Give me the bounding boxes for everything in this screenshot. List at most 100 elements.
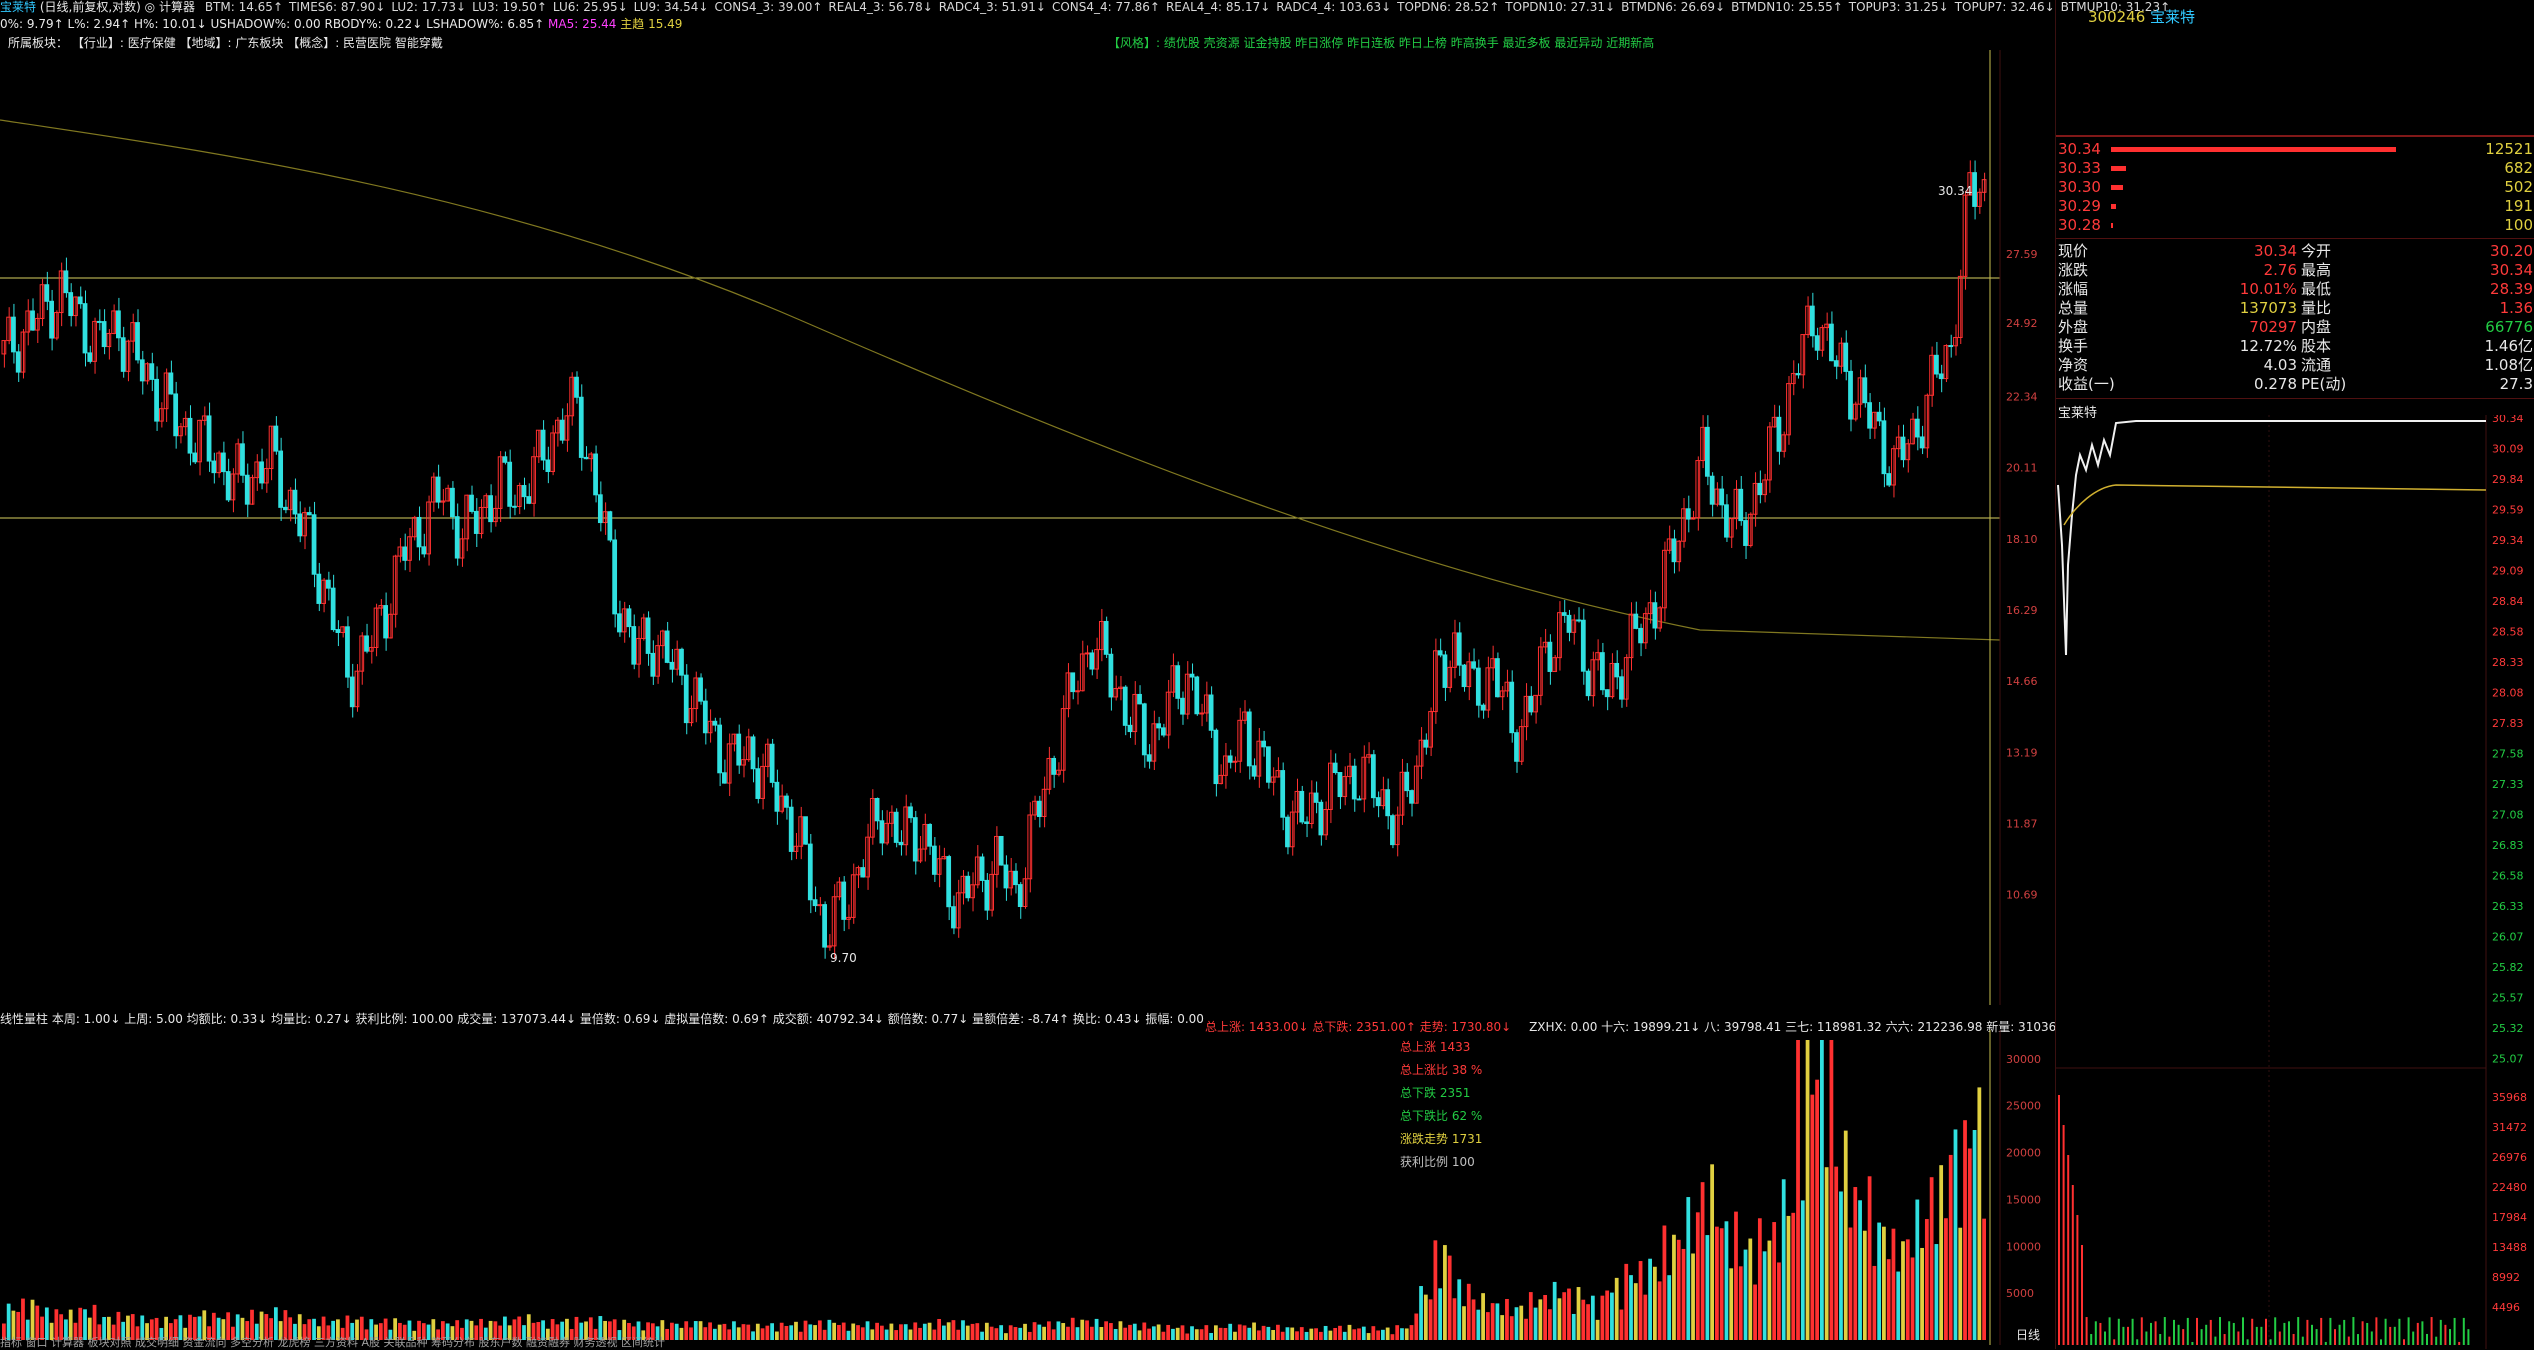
candle-body	[1413, 765, 1419, 804]
candle-body	[1700, 426, 1705, 462]
volume-chart[interactable]: 30000 25000 20000 15000 10000 5000	[0, 1030, 2050, 1345]
candle-body	[1127, 724, 1133, 733]
volume-bar	[1963, 1120, 1967, 1340]
volume-bar	[21, 1298, 25, 1340]
candle-body	[1351, 765, 1357, 800]
calculator-link[interactable]: ◎ 计算器	[145, 0, 195, 14]
volume-bar	[1438, 1288, 1443, 1340]
candles	[1, 160, 1987, 960]
volume-bar	[1901, 1241, 1905, 1340]
intraday-volume-bar	[2453, 1317, 2456, 1345]
volume-bar	[1648, 1258, 1652, 1340]
candle-body	[908, 806, 913, 819]
order-book-row[interactable]: 30.30 502	[2056, 178, 2534, 197]
volume-bar	[1657, 1281, 1662, 1340]
sector-label: 所属板块：	[8, 36, 69, 50]
volume-bar	[1748, 1238, 1753, 1340]
intraday-chart[interactable]: 30.34 30.09 29.84 29.59 29.34 29.09 28.84 28.58…	[2056, 415, 2534, 1349]
intraday-volume-bar	[2196, 1317, 2198, 1345]
volume-bar	[1495, 1303, 1500, 1340]
volume-bar	[1638, 1261, 1643, 1340]
bottom-tabs[interactable]: 指标 窗口 计算器 板块对照 成交明细 资金流向 多空分析 龙虎榜 三方资料 A…	[0, 1336, 2000, 1349]
price-tick: 27.59	[2006, 248, 2038, 261]
candle-body	[1242, 711, 1247, 721]
candle-body	[364, 635, 369, 652]
candle-body	[1547, 641, 1553, 672]
volume-bar	[1724, 1221, 1729, 1340]
candle-body	[1108, 653, 1114, 698]
intraday-volume-tick: 4496	[2492, 1301, 2520, 1314]
candle-body	[1652, 602, 1658, 629]
intraday-volume-bar	[2458, 1341, 2461, 1345]
intraday-volume-tick: 31472	[2492, 1121, 2527, 1134]
volume-tick: 30000	[2006, 1053, 2041, 1066]
candle-body	[1490, 658, 1496, 669]
order-book-row[interactable]: 30.33 682	[2056, 159, 2534, 178]
volume-bar	[1815, 1079, 1819, 1340]
stock-name[interactable]: 宝莱特	[0, 0, 36, 14]
candle-body	[1289, 811, 1295, 848]
candle-body	[936, 858, 942, 875]
order-book-row[interactable]: 30.28 100	[2056, 216, 2534, 235]
candle-body	[1075, 690, 1080, 693]
intraday-volume-bar	[2320, 1317, 2323, 1345]
intraday-volume-bar	[2449, 1329, 2451, 1345]
candle-body	[750, 736, 756, 770]
price-chart[interactable]: 27.59 24.92 22.34 20.11 18.10 16.29 14.66 13.19…	[0, 50, 2050, 1005]
candle-body	[1246, 711, 1252, 767]
indicator-btm: BTM: 14.65↑	[204, 0, 283, 14]
volume-bar	[1567, 1288, 1571, 1340]
indicator-bar-2: 0%: 9.79↑ L%: 2.94↑ H%: 10.01↓ USHADOW%:…	[0, 17, 2050, 33]
intraday-volume-bar	[2062, 1125, 2065, 1345]
candle-body	[450, 487, 455, 518]
candle-body	[879, 820, 885, 844]
period-label[interactable]: 日线	[2016, 1328, 2040, 1342]
candle-body	[77, 296, 83, 305]
intraday-volume-bar	[2159, 1334, 2162, 1345]
volume-bar	[1929, 1177, 1934, 1340]
intraday-volume-bar	[2375, 1317, 2378, 1345]
candle-body	[116, 310, 121, 339]
candle-body	[454, 516, 460, 559]
intraday-tick: 27.08	[2492, 809, 2524, 822]
candle-body	[1638, 627, 1643, 644]
candle-body	[1800, 334, 1806, 376]
stock-code-title: 300246 宝莱特	[2088, 6, 2195, 27]
high-label: 30.34	[1938, 184, 1972, 198]
volume-bar	[1481, 1293, 1485, 1340]
candle-body	[469, 494, 474, 512]
sector-list[interactable]: 【行业】: 医疗保健 【地域】: 广东板块 【概念】: 民营医院 智能穿戴	[72, 36, 443, 50]
candle-body	[617, 613, 622, 633]
candle-body	[1471, 661, 1476, 669]
candle-body	[722, 772, 727, 784]
volume-bar	[1924, 1219, 1929, 1340]
candle-body	[1719, 488, 1725, 506]
order-book-row[interactable]: 30.34 12521	[2056, 140, 2534, 159]
candle-body	[30, 310, 35, 331]
volume-bar	[1896, 1271, 1901, 1340]
intraday-volume-bar	[2315, 1329, 2318, 1345]
candle-body	[11, 316, 16, 353]
intraday-tick: 27.58	[2492, 748, 2524, 761]
volume-bar	[1967, 1148, 1972, 1340]
volume-bar	[1939, 1165, 1944, 1340]
intraday-volume-bar	[2352, 1317, 2355, 1345]
candle-body	[1604, 689, 1610, 698]
candle-body	[1566, 614, 1572, 633]
intraday-volume-bar	[2357, 1334, 2359, 1345]
intraday-volume-bar	[2145, 1331, 2148, 1345]
candle-body	[1423, 739, 1429, 748]
order-book-row[interactable]: 30.29 191	[2056, 197, 2534, 216]
intraday-tick: 29.34	[2492, 534, 2524, 547]
volume-bar	[1934, 1244, 1939, 1340]
candle-body	[1118, 686, 1123, 690]
intraday-price-axis: 30.34 30.09 29.84 29.59 29.34 29.09 28.84 28.58…	[2492, 415, 2524, 1066]
price-tick: 24.92	[2006, 317, 2038, 330]
candle-body	[521, 485, 527, 498]
intraday-volume-bar	[2265, 1318, 2267, 1345]
candle-body	[912, 817, 918, 862]
volume-bar	[1462, 1306, 1466, 1340]
candle-body	[1910, 418, 1915, 445]
volume-bar	[1672, 1234, 1676, 1340]
chart-mode[interactable]: (日线,前复权,对数)	[40, 0, 141, 14]
